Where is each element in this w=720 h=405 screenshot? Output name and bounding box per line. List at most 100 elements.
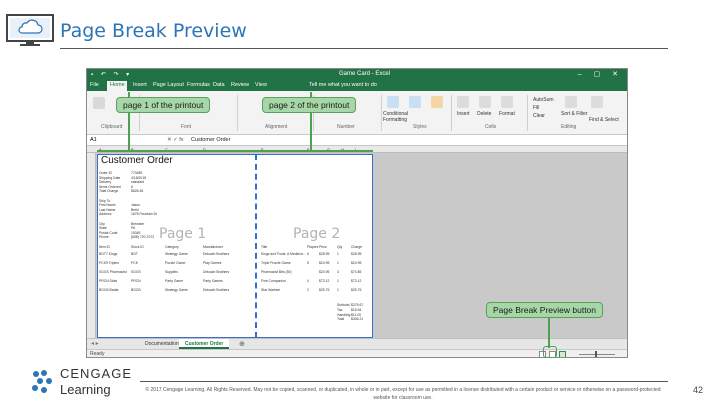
info-value[interactable]: standard	[131, 180, 144, 184]
find-select-icon[interactable]	[591, 96, 603, 108]
total-value[interactable]: $306.21	[351, 317, 363, 321]
insert-cells-icon[interactable]	[457, 96, 469, 108]
info-label[interactable]: Delivery	[99, 180, 111, 184]
table-cell[interactable]: BGCB Badar	[99, 288, 119, 292]
table-header[interactable]: Charge	[351, 245, 362, 249]
table-cell[interactable]: PRCN	[131, 279, 141, 283]
table-cell[interactable]: Deloach Brothers	[203, 252, 229, 256]
table-cell[interactable]: BGCB	[131, 288, 141, 292]
tab-file[interactable]: File	[90, 82, 99, 88]
info-label[interactable]: Phone	[99, 235, 109, 239]
conditional-formatting-button[interactable]: Conditional Formatting	[383, 111, 408, 123]
info-value[interactable]: 4/18/2018	[131, 176, 146, 180]
tab-nav-icons[interactable]: ◂ ▸	[91, 340, 99, 347]
table-cell[interactable]: Deloach Brothers	[203, 270, 229, 274]
tab-page-layout[interactable]: Page Layout	[153, 82, 184, 88]
table-cell[interactable]: BGT7 Kings	[99, 252, 117, 256]
table-cell[interactable]: $74.85	[351, 270, 361, 274]
table-cell[interactable]: 1	[337, 288, 339, 292]
info-label[interactable]: Items Ordered	[99, 185, 121, 189]
info-label[interactable]: Total Charge	[99, 189, 118, 193]
info-label[interactable]: Shipping Date	[99, 176, 120, 180]
sort-filter-button[interactable]: Sort & Filter	[561, 111, 587, 117]
table-cell[interactable]: Pharmacist Bits (50)	[261, 270, 292, 274]
table-cell[interactable]: Play Games	[203, 261, 221, 265]
table-cell[interactable]: Deloach Brothers	[203, 288, 229, 292]
formula-input[interactable]: Customer Order	[191, 137, 230, 143]
clear-button[interactable]: Clear	[533, 113, 545, 119]
zoom-slider[interactable]	[579, 351, 615, 357]
tab-home[interactable]: Home	[107, 81, 127, 91]
table-cell[interactable]: $24.95	[319, 270, 329, 274]
find-select-button[interactable]: Find & Select	[589, 117, 619, 123]
total-label[interactable]: Handling	[337, 313, 350, 317]
conditional-formatting-icon[interactable]	[387, 96, 399, 108]
paste-icon[interactable]	[93, 97, 105, 109]
sort-filter-icon[interactable]	[565, 96, 577, 108]
table-cell[interactable]: Star Warfare	[261, 288, 280, 292]
table-cell[interactable]: PCK	[131, 261, 138, 265]
info-label[interactable]: Address	[99, 212, 111, 216]
table-cell[interactable]: Supplies	[165, 270, 178, 274]
info-value[interactable]: $626.46	[131, 189, 143, 193]
format-table-icon[interactable]	[409, 96, 421, 108]
table-cell[interactable]: $73.12	[319, 279, 329, 283]
table-cell[interactable]: Strategy Game	[165, 288, 188, 292]
table-cell[interactable]: $25.75	[351, 288, 361, 292]
info-label[interactable]: First Name	[99, 203, 116, 207]
tab-insert[interactable]: Insert	[133, 82, 147, 88]
tab-view[interactable]: View	[255, 82, 267, 88]
table-cell[interactable]: 1	[337, 261, 339, 265]
table-cell[interactable]: Puzzle Game	[165, 261, 185, 265]
info-value[interactable]: Brehl	[131, 208, 139, 212]
table-cell[interactable]: Party Game	[165, 279, 183, 283]
table-cell[interactable]: $25.75	[319, 288, 329, 292]
info-label[interactable]: State	[99, 226, 107, 230]
info-value[interactable]: 6	[131, 185, 133, 189]
autosum-button[interactable]: AutoSum	[533, 97, 554, 103]
table-cell[interactable]: 4	[307, 279, 309, 283]
table-header[interactable]: Manufacturer	[203, 245, 223, 249]
table-cell[interactable]: $28.95	[351, 252, 361, 256]
new-sheet-icon[interactable]: ⊕	[239, 340, 245, 348]
info-value[interactable]: 19345	[131, 231, 140, 235]
table-cell[interactable]: PRCN Slots	[99, 279, 117, 283]
info-label[interactable]: Ship To	[99, 199, 110, 203]
quick-access-toolbar[interactable]: ▪ ↶ ↷ ▾	[91, 71, 132, 78]
fill-button[interactable]: Fill	[533, 105, 539, 111]
total-label[interactable]: Subtotal	[337, 303, 349, 307]
table-cell[interactable]: 6	[307, 252, 309, 256]
table-cell[interactable]: 2	[307, 288, 309, 292]
tell-me-box[interactable]: Tell me what you want to do	[309, 82, 377, 88]
page-break-line[interactable]	[255, 154, 257, 338]
table-cell[interactable]: PCK9 Triples	[99, 261, 119, 265]
name-box[interactable]: A1	[90, 137, 120, 143]
total-value[interactable]: $11.00	[351, 313, 361, 317]
format-button[interactable]: Format	[499, 111, 515, 117]
table-cell[interactable]: BGT	[131, 252, 138, 256]
info-value[interactable]: Jason	[131, 203, 140, 207]
table-cell[interactable]: 1	[337, 279, 339, 283]
table-header[interactable]: Title	[261, 245, 267, 249]
insert-button[interactable]: Insert	[457, 111, 470, 117]
table-cell[interactable]: Kings and Fools: A Medieva…	[261, 252, 306, 256]
window-controls[interactable]: – ▢ ✕	[578, 70, 623, 78]
info-value[interactable]: 770489	[131, 171, 142, 175]
total-value[interactable]: $275.67	[351, 303, 363, 307]
delete-cells-icon[interactable]	[479, 96, 491, 108]
total-value[interactable]: $16.54	[351, 308, 361, 312]
table-header[interactable]: Players	[307, 245, 318, 249]
table-cell[interactable]: Triple Puzzle Game	[261, 261, 291, 265]
sheet-tab-documentation[interactable]: Documentation	[139, 339, 185, 349]
tab-review[interactable]: Review	[231, 82, 249, 88]
info-label[interactable]: Order ID	[99, 171, 112, 175]
table-header[interactable]: Stock ID	[131, 245, 144, 249]
table-cell[interactable]: Party Games	[203, 279, 223, 283]
table-header[interactable]: Price	[319, 245, 327, 249]
format-cells-icon[interactable]	[501, 96, 513, 108]
table-cell[interactable]: Strategy Game	[165, 252, 188, 256]
info-label[interactable]: Postal Code	[99, 231, 117, 235]
tab-data[interactable]: Data	[213, 82, 225, 88]
info-value[interactable]: (608) 720-7072	[131, 235, 154, 239]
table-cell[interactable]: $24.95	[319, 261, 329, 265]
